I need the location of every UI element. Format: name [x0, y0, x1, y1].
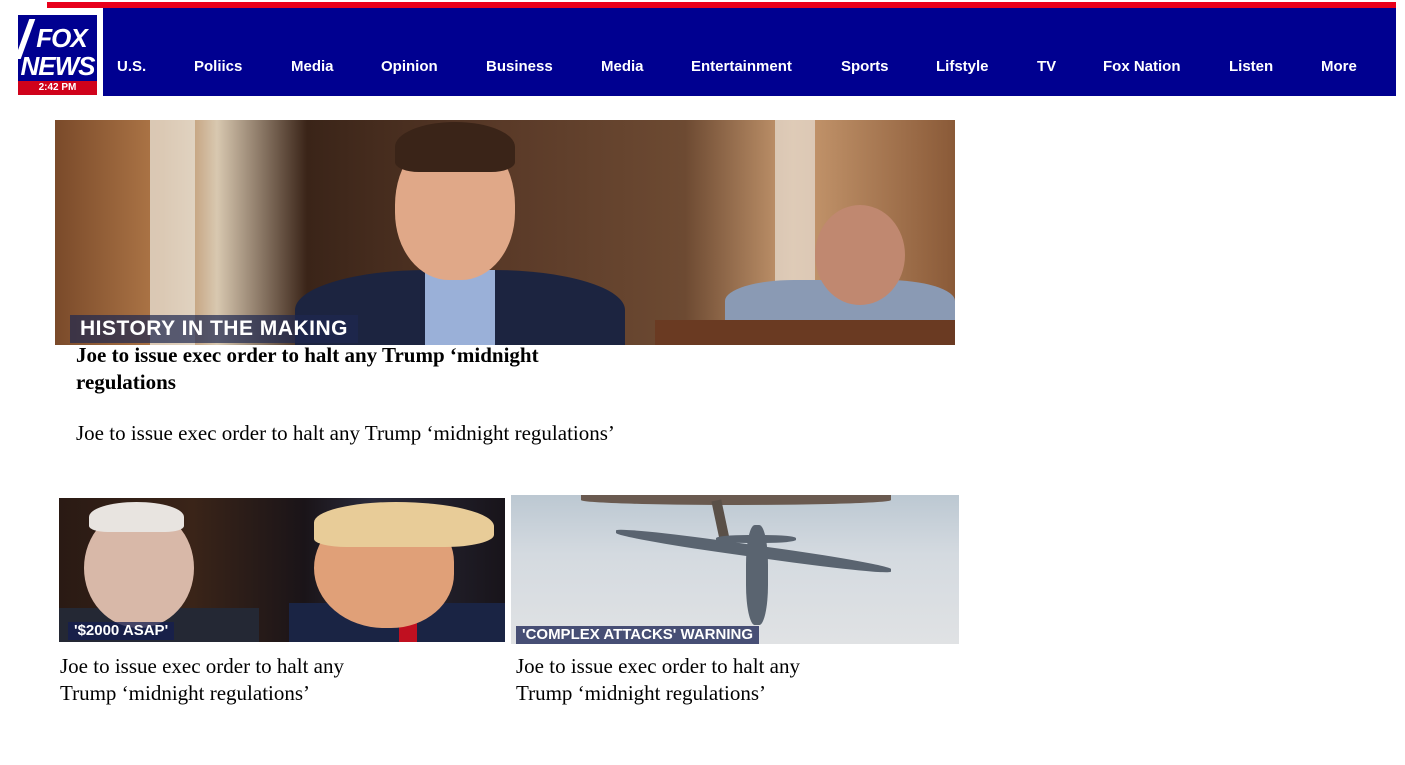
hero-description: Joe to issue exec order to halt any Trum…	[76, 421, 615, 445]
card-1-image-banner: '$2000 ASAP'	[68, 622, 175, 640]
nav-item-tv[interactable]: TV	[1037, 58, 1056, 76]
page: FOX NEWS 2:42 PM U.S. Poliics Media Opin…	[0, 0, 1405, 765]
story-card-1-image[interactable]: '$2000 ASAP'	[59, 498, 505, 642]
logo-news-text: NEWS	[20, 51, 96, 81]
main-navigation-bar	[103, 8, 1396, 96]
nav-item-lifestyle[interactable]: Lifstyle	[936, 58, 989, 76]
nav-item-business[interactable]: Business	[486, 58, 553, 76]
hero-headline[interactable]: Joe to issue exec order to halt any Trum…	[76, 342, 636, 396]
card-2-image-tanker	[581, 495, 891, 505]
nav-item-us[interactable]: U.S.	[117, 58, 146, 76]
nav-item-entertainment[interactable]: Entertainment	[691, 58, 792, 76]
nav-item-media[interactable]: Media	[291, 58, 334, 76]
hero-image-banner: HISTORY IN THE MAKING	[70, 315, 358, 343]
card-2-image-bomber-fuselage	[746, 525, 768, 625]
nav-item-fox-nation[interactable]: Fox Nation	[1103, 58, 1181, 76]
card-2-image-banner: 'COMPLEX ATTACKS' WARNING	[516, 626, 760, 644]
logo-clock: 2:42 PM	[18, 81, 97, 95]
story-card-2-headline[interactable]: Joe to issue exec order to halt any Trum…	[516, 653, 816, 707]
nav-item-media-2[interactable]: Media	[601, 58, 644, 76]
hero-image-speaker-hair	[395, 122, 515, 172]
nav-item-more[interactable]: More	[1321, 58, 1357, 76]
nav-item-opinion[interactable]: Opinion	[381, 58, 438, 76]
hero-image-column-left	[150, 120, 195, 345]
card-1-image-left-person-hair	[89, 502, 184, 532]
nav-item-sports[interactable]: Sports	[841, 58, 889, 76]
card-1-image-right-person-hair	[314, 502, 494, 547]
story-card-1-headline[interactable]: Joe to issue exec order to halt any Trum…	[60, 653, 360, 707]
hero-image-speaker-shirt	[425, 270, 495, 345]
logo-fox-text: FOX	[36, 23, 87, 53]
fox-news-logo-mark[interactable]: FOX NEWS 2:42 PM	[18, 15, 97, 95]
nav-item-listen[interactable]: Listen	[1229, 58, 1273, 76]
hero-story-image[interactable]: HISTORY IN THE MAKING	[55, 120, 955, 345]
nav-item-politics[interactable]: Poliics	[194, 58, 242, 76]
story-card-2-image[interactable]: 'COMPLEX ATTACKS' WARNING	[511, 495, 959, 644]
hero-image-background-person-head	[815, 205, 905, 305]
hero-image-desk	[655, 320, 955, 345]
